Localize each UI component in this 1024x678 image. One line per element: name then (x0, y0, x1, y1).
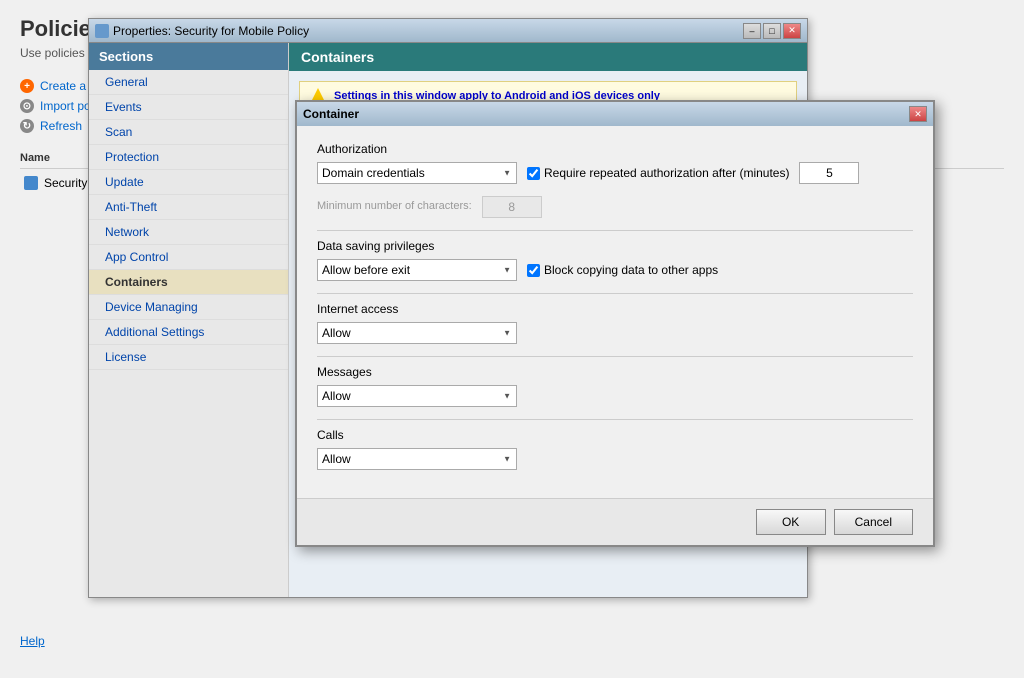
internet-label: Internet access (317, 302, 913, 316)
properties-window-icon (95, 24, 109, 38)
section-containers[interactable]: Containers (89, 270, 288, 295)
create-label: Create a (40, 79, 86, 93)
container-dialog: Container ✕ Authorization Domain credent… (295, 100, 935, 547)
section-events[interactable]: Events (89, 95, 288, 120)
section-network[interactable]: Network (89, 220, 288, 245)
min-chars-row: Minimum number of characters: (317, 196, 913, 218)
sections-panel: Sections General Events Scan Protection … (89, 43, 289, 597)
internet-row: Allow Deny (317, 322, 913, 344)
block-copy-label[interactable]: Block copying data to other apps (527, 263, 718, 277)
section-general[interactable]: General (89, 70, 288, 95)
require-auth-checkbox[interactable] (527, 167, 540, 180)
container-dialog-close[interactable]: ✕ (909, 106, 927, 122)
messages-row: Allow Deny (317, 385, 913, 407)
divider-1 (317, 230, 913, 231)
internet-select[interactable]: Allow Deny (317, 322, 517, 344)
divider-4 (317, 419, 913, 420)
container-dialog-body: Authorization Domain credentials PIN Pas… (297, 126, 933, 498)
min-chars-label: Minimum number of characters: (317, 200, 472, 212)
refresh-icon: ↻ (20, 119, 34, 133)
minimize-button[interactable]: – (743, 23, 761, 39)
section-device-managing[interactable]: Device Managing (89, 295, 288, 320)
data-saving-select-wrapper: Allow before exit Allow Deny (317, 259, 517, 281)
section-update[interactable]: Update (89, 170, 288, 195)
content-header: Containers (289, 43, 807, 71)
calls-select-wrapper: Allow Deny (317, 448, 517, 470)
authorization-label: Authorization (317, 142, 913, 156)
min-chars-input (482, 196, 542, 218)
section-license[interactable]: License (89, 345, 288, 370)
import-icon: ⊙ (20, 99, 34, 113)
block-copy-text: Block copying data to other apps (544, 263, 718, 277)
section-additional-settings[interactable]: Additional Settings (89, 320, 288, 345)
window-controls: – □ ✕ (743, 23, 801, 39)
section-app-control[interactable]: App Control (89, 245, 288, 270)
container-dialog-title: Container (303, 107, 359, 121)
sections-header: Sections (89, 43, 288, 70)
container-dialog-footer: OK Cancel (297, 498, 933, 545)
require-minutes-input[interactable] (799, 162, 859, 184)
calls-select[interactable]: Allow Deny (317, 448, 517, 470)
ok-button[interactable]: OK (756, 509, 826, 535)
section-protection[interactable]: Protection (89, 145, 288, 170)
data-saving-group: Data saving privileges Allow before exit… (317, 239, 913, 281)
block-copy-checkbox[interactable] (527, 264, 540, 277)
auth-select[interactable]: Domain credentials PIN Password (317, 162, 517, 184)
auth-select-wrapper: Domain credentials PIN Password (317, 162, 517, 184)
internet-group: Internet access Allow Deny (317, 302, 913, 344)
divider-3 (317, 356, 913, 357)
data-saving-row: Allow before exit Allow Deny Block copyi… (317, 259, 913, 281)
divider-2 (317, 293, 913, 294)
authorization-group: Authorization Domain credentials PIN Pas… (317, 142, 913, 218)
messages-select-wrapper: Allow Deny (317, 385, 517, 407)
properties-title: Properties: Security for Mobile Policy (95, 24, 309, 38)
section-scan[interactable]: Scan (89, 120, 288, 145)
messages-group: Messages Allow Deny (317, 365, 913, 407)
messages-select[interactable]: Allow Deny (317, 385, 517, 407)
properties-title-text: Properties: Security for Mobile Policy (113, 24, 309, 38)
policy-icon (24, 176, 38, 190)
section-anti-theft[interactable]: Anti-Theft (89, 195, 288, 220)
data-saving-label: Data saving privileges (317, 239, 913, 253)
help-link[interactable]: Help (20, 634, 45, 648)
cancel-button[interactable]: Cancel (834, 509, 913, 535)
calls-label: Calls (317, 428, 913, 442)
calls-group: Calls Allow Deny (317, 428, 913, 470)
require-auth-text: Require repeated authorization after (mi… (544, 166, 789, 180)
internet-select-wrapper: Allow Deny (317, 322, 517, 344)
close-button[interactable]: ✕ (783, 23, 801, 39)
properties-titlebar: Properties: Security for Mobile Policy –… (89, 19, 807, 43)
maximize-button[interactable]: □ (763, 23, 781, 39)
require-auth-label[interactable]: Require repeated authorization after (mi… (527, 166, 789, 180)
calls-row: Allow Deny (317, 448, 913, 470)
plus-icon: + (20, 79, 34, 93)
container-dialog-titlebar: Container ✕ (297, 102, 933, 126)
refresh-label: Refresh (40, 119, 82, 133)
authorization-row: Domain credentials PIN Password Require … (317, 162, 913, 184)
messages-label: Messages (317, 365, 913, 379)
data-saving-select[interactable]: Allow before exit Allow Deny (317, 259, 517, 281)
